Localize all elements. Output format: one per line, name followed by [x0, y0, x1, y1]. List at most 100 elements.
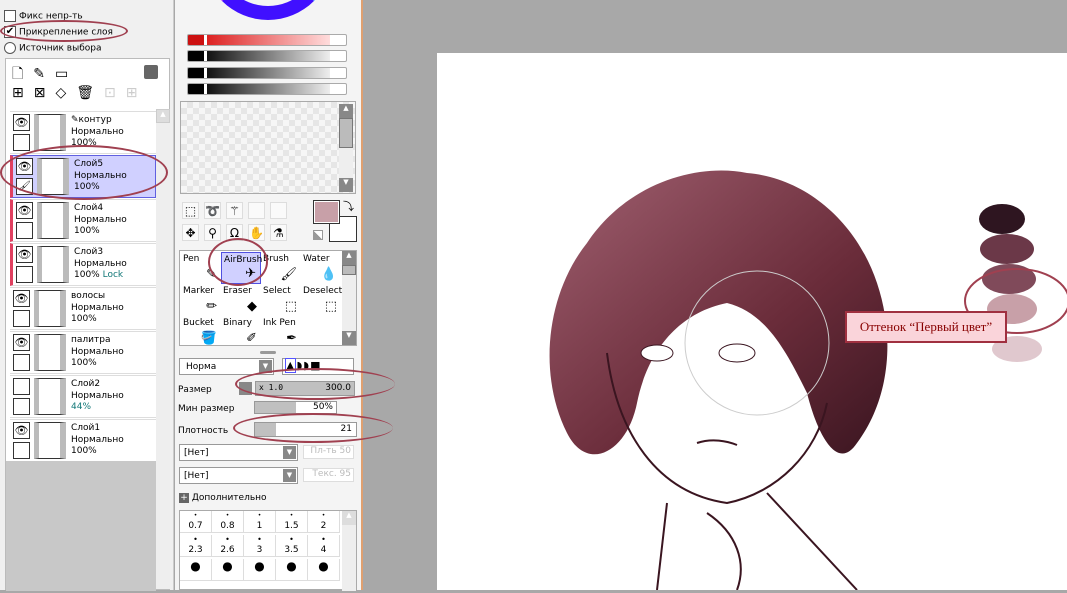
plus-icon[interactable]: +: [179, 493, 189, 503]
canvas[interactable]: Оттенок “Первый цвет”: [437, 53, 1067, 591]
scroll-up-icon[interactable]: ▲: [339, 104, 353, 118]
eye-icon[interactable]: 👁: [16, 202, 33, 219]
move-icon[interactable]: ✥: [182, 224, 199, 241]
brush-size-preset[interactable]: • 4: [308, 535, 340, 557]
blend-mode-value: Норма: [186, 362, 217, 372]
eye-icon[interactable]: 👁: [13, 114, 30, 131]
layer-item[interactable]: 👁 волосы Нормально 100%: [10, 287, 156, 330]
tool-bucket[interactable]: Bucket 🪣: [181, 316, 221, 348]
scroll-up-icon[interactable]: ▲: [156, 109, 170, 123]
tool-deselect[interactable]: Deselect ⬚: [301, 284, 342, 316]
splitter[interactable]: [260, 351, 276, 354]
brush-size-preset[interactable]: • 2.6: [212, 535, 244, 557]
merge-down-icon[interactable]: ⊞: [12, 85, 34, 101]
brush-size-preset[interactable]: ●: [180, 559, 212, 581]
brush-size-preset[interactable]: • 1.5: [276, 511, 308, 533]
eye-icon[interactable]: 👁: [16, 246, 33, 263]
brush-size-preset[interactable]: • 0.8: [212, 511, 244, 533]
lasso-icon[interactable]: ➰: [204, 202, 221, 219]
lock-toggle[interactable]: [16, 222, 33, 239]
layer-opacity: 100%: [71, 358, 97, 369]
green-slider[interactable]: [187, 50, 347, 62]
binary-icon: ✐: [246, 331, 257, 346]
scroll-down-icon[interactable]: ▼: [342, 331, 356, 345]
brush-size-preset[interactable]: • 2: [308, 511, 340, 533]
brush-size-preset[interactable]: ●: [276, 559, 308, 581]
tools-scrollbar[interactable]: ▲ ▼: [342, 251, 356, 345]
swap-colors-icon[interactable]: ⤵: [343, 198, 354, 214]
brush-size-preset[interactable]: • 2.3: [180, 535, 212, 557]
opacity-value: 100%: [71, 314, 97, 324]
value-slider[interactable]: [187, 83, 347, 95]
layer-item[interactable]: 👁 Слой1 Нормально 100%: [10, 419, 156, 462]
layers-empty-area: [6, 461, 156, 591]
layer-thumbnail: [34, 334, 66, 371]
lock-toggle[interactable]: [13, 310, 30, 327]
layer-item[interactable]: Слой2 Нормально 44%: [10, 375, 156, 418]
eye-icon[interactable]: 👁: [13, 290, 30, 307]
transparent-color-icon[interactable]: [313, 230, 323, 240]
layer-item[interactable]: 👁 палитра Нормально 100%: [10, 331, 156, 374]
magic-wand-icon[interactable]: ⚚: [226, 202, 243, 219]
brush-size-preset[interactable]: • 3.5: [276, 535, 308, 557]
hidden-toggle[interactable]: [13, 378, 30, 395]
chevron-down-icon[interactable]: ▼: [283, 446, 296, 459]
primary-color[interactable]: [313, 200, 340, 224]
texture-select-2[interactable]: [Нет] ▼: [179, 467, 298, 484]
lock-label: Lock: [102, 270, 124, 280]
delete-layer-icon[interactable]: 🗑: [76, 85, 104, 101]
zoom-icon[interactable]: ⚲: [204, 224, 221, 241]
chevron-down-icon[interactable]: ▼: [283, 469, 296, 482]
tool-select[interactable]: Select ⬚: [261, 284, 301, 316]
presets-scrollbar[interactable]: ▲: [342, 511, 356, 591]
tool-ink-pen[interactable]: Ink Pen ✒: [261, 316, 301, 348]
tool-binary[interactable]: Binary ✐: [221, 316, 261, 348]
brush-size-preset[interactable]: • 0.7: [180, 511, 212, 533]
blue-slider[interactable]: [187, 67, 347, 79]
scroll-thumb[interactable]: [342, 265, 356, 275]
tool-marker[interactable]: Marker ✏: [181, 284, 221, 316]
eye-icon[interactable]: 👁: [13, 422, 30, 439]
lock-toggle[interactable]: [13, 442, 30, 459]
layer-item[interactable]: 👁 Слой4 Нормально 100%: [10, 199, 156, 242]
tool-eraser[interactable]: Eraser ◆: [221, 284, 261, 316]
scroll-up-icon[interactable]: ▲: [342, 511, 356, 525]
radio[interactable]: [4, 42, 16, 54]
mask-icon[interactable]: [144, 65, 158, 79]
lock-toggle[interactable]: [13, 398, 30, 415]
scroll-up-icon[interactable]: ▲: [342, 251, 356, 265]
transfer-icon[interactable]: ⊠: [34, 85, 56, 101]
new-folder-icon[interactable]: ▭: [55, 66, 78, 82]
hand-icon[interactable]: ✋: [248, 224, 265, 241]
highlight-oval: [0, 20, 128, 42]
new-layer-icon[interactable]: 🗋: [12, 66, 33, 82]
eyedropper-icon[interactable]: ⚗: [270, 224, 287, 241]
layer-item[interactable]: 👁 Слой3 Нормально 100% Lock: [10, 243, 156, 286]
lock-toggle[interactable]: [13, 134, 30, 151]
brush-size-preset[interactable]: ●: [308, 559, 340, 581]
red-slider[interactable]: [187, 34, 347, 46]
brush-size-preset[interactable]: • 1: [244, 511, 276, 533]
scroll-thumb[interactable]: [339, 118, 353, 148]
swatch-scrollbar[interactable]: ▲ ▼: [339, 104, 353, 192]
swatch-area[interactable]: ▲ ▼: [180, 101, 356, 194]
brush-size-preset[interactable]: • 3: [244, 535, 276, 557]
selection-source-option[interactable]: Источник выбора: [4, 42, 101, 54]
scroll-down-icon[interactable]: ▼: [339, 178, 353, 192]
color-wheel[interactable]: [203, 0, 333, 20]
lock-toggle[interactable]: [16, 266, 33, 283]
texture-select-1[interactable]: [Нет] ▼: [179, 444, 298, 461]
new-vector-layer-icon[interactable]: ✎: [33, 66, 55, 82]
tool-water[interactable]: Water 💧: [301, 252, 341, 284]
rect-select-icon[interactable]: ⬚: [182, 202, 199, 219]
brush-size-preset[interactable]: ●: [212, 559, 244, 581]
clear-layer-icon[interactable]: ◇: [55, 85, 76, 101]
size-label: Размер: [178, 385, 212, 395]
eye-icon[interactable]: 👁: [13, 334, 30, 351]
brush-size-preset[interactable]: ●: [244, 559, 276, 581]
checkbox[interactable]: [4, 10, 16, 22]
lock-toggle[interactable]: [13, 354, 30, 371]
advanced-toggle[interactable]: + Дополнительно: [179, 493, 267, 503]
min-size-slider[interactable]: 50%: [254, 401, 337, 414]
preset-value: 2.6: [220, 545, 235, 555]
